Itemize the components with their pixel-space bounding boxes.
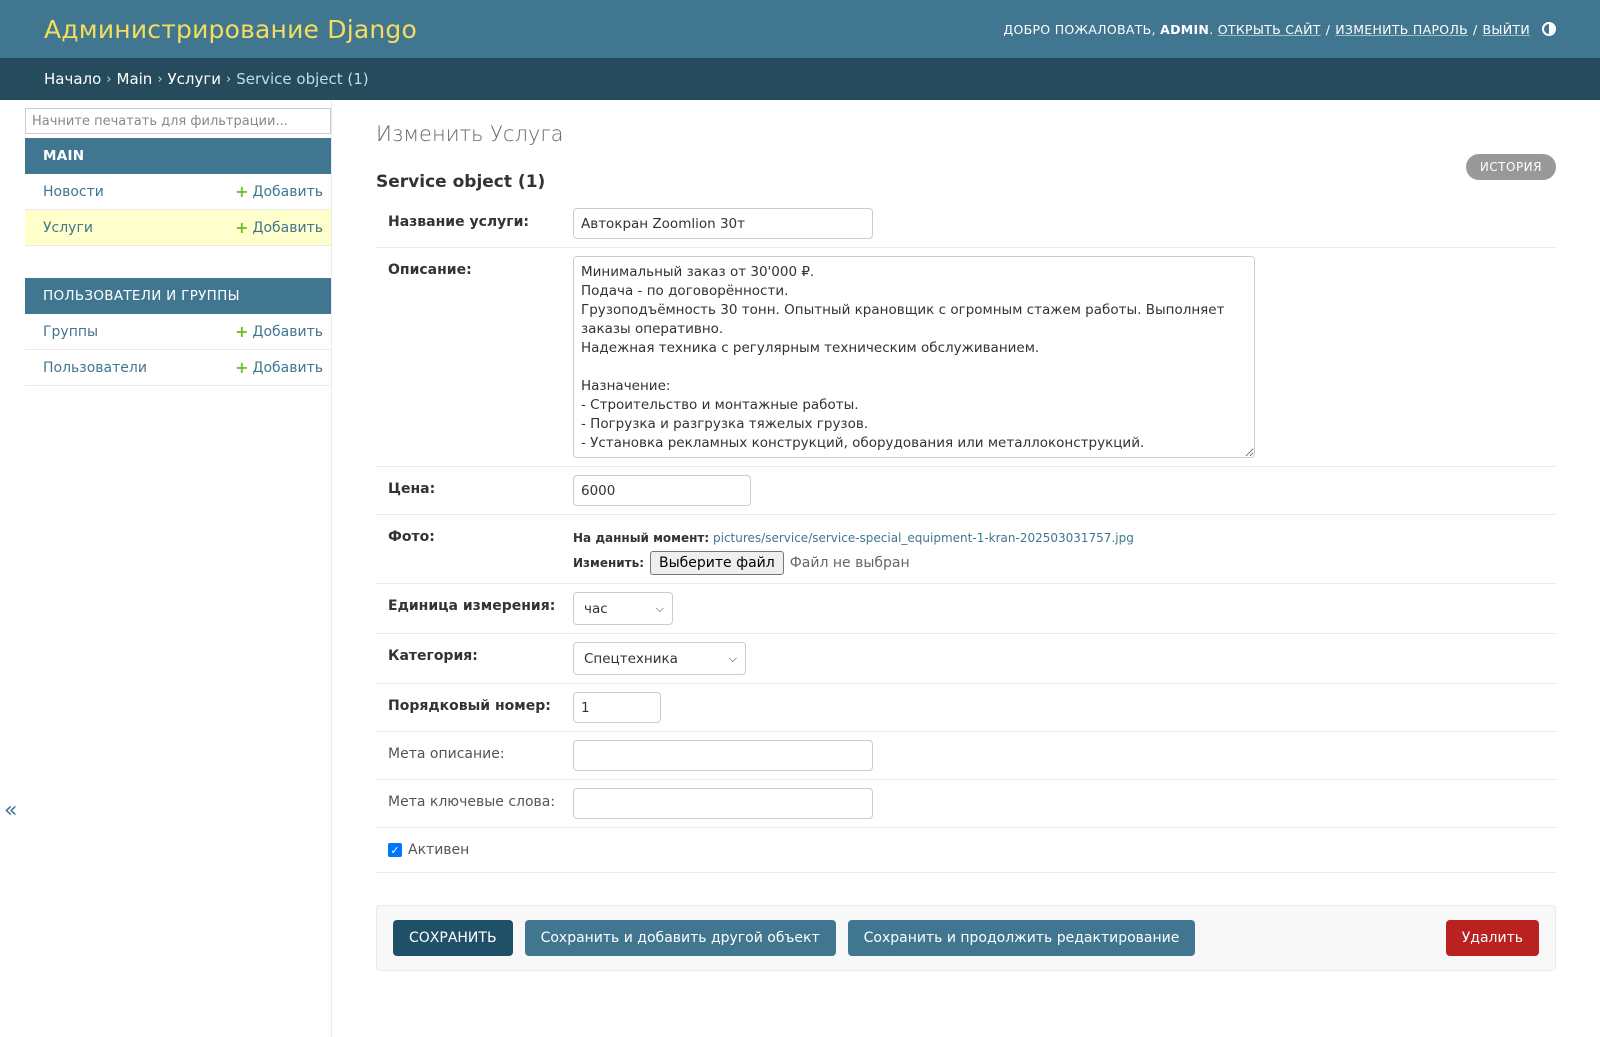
add-label: Добавить — [252, 183, 323, 200]
sidebar-item-news: Новости + Добавить — [25, 174, 331, 210]
content: Изменить Услуга История Service object (… — [332, 100, 1600, 1037]
description-field[interactable]: Минимальный заказ от 30'000 ₽. Подача - … — [573, 256, 1255, 458]
sidebar-collapse-icon[interactable]: « — [4, 798, 17, 823]
form-row-meta-description: Мета описание: — [376, 732, 1556, 780]
form-row-category: Категория: Спецтехника ⌵ — [376, 634, 1556, 684]
unit-select[interactable]: час ⌵ — [573, 592, 673, 625]
chevron-down-icon: ⌵ — [655, 601, 664, 615]
logout-link[interactable]: Выйти — [1483, 22, 1530, 37]
order-number-field[interactable] — [573, 692, 661, 723]
site-brand[interactable]: Администрирование Django — [44, 15, 417, 44]
breadcrumb-separator: › — [106, 71, 112, 87]
user-tools: Добро пожаловать, admin. Открыть сайт / … — [1003, 22, 1556, 37]
change-password-link[interactable]: Изменить пароль — [1335, 22, 1468, 37]
plus-icon: + — [235, 218, 249, 237]
save-and-continue-button[interactable]: Сохранить и продолжить редактирование — [847, 920, 1196, 956]
form-row-order: Порядковый номер: — [376, 684, 1556, 732]
form-row-active: ✓ Активен — [376, 828, 1556, 873]
file-widget: На данный момент: pictures/service/servi… — [573, 523, 1134, 575]
module-caption[interactable]: Main — [25, 138, 331, 174]
field-label: Единица измерения: — [388, 598, 556, 614]
field-label: Цена: — [388, 481, 436, 497]
nav-filter-input[interactable] — [25, 108, 331, 134]
price-field[interactable] — [573, 475, 751, 506]
form-row-unit: Единица измерения: час ⌵ — [376, 584, 1556, 634]
add-group-button[interactable]: + Добавить — [235, 322, 323, 341]
separator: / — [1325, 21, 1331, 37]
module-main: Main Новости + Добавить Услуги + Добавит… — [25, 138, 331, 246]
sidebar-item-label[interactable]: Новости — [43, 184, 104, 200]
add-label: Добавить — [252, 323, 323, 340]
breadcrumb-current: Service object (1) — [236, 70, 369, 88]
unit-select-value: час — [584, 600, 608, 617]
active-checkbox[interactable]: ✓ — [388, 843, 402, 857]
object-title: Service object (1) — [376, 172, 546, 192]
save-button[interactable]: Сохранить — [393, 920, 513, 956]
change-label: Изменить: — [573, 556, 645, 570]
save-and-add-button[interactable]: Сохранить и добавить другой объект — [524, 920, 836, 956]
sidebar-item-label[interactable]: Услуги — [43, 220, 93, 236]
add-user-button[interactable]: + Добавить — [235, 358, 323, 377]
main-area: Main Новости + Добавить Услуги + Добавит… — [0, 100, 1600, 1037]
field-label: Категория: — [388, 648, 478, 664]
add-service-button[interactable]: + Добавить — [235, 218, 323, 237]
breadcrumb-model[interactable]: Услуги — [168, 70, 221, 88]
chevron-down-icon: ⌵ — [728, 651, 737, 665]
breadcrumb: Начало › Main › Услуги › Service object … — [0, 58, 1600, 100]
current-file-link[interactable]: pictures/service/service-special_equipme… — [713, 531, 1134, 545]
module-caption[interactable]: Пользователи и группы — [25, 278, 331, 314]
category-select-value: Спецтехника — [584, 650, 678, 667]
plus-icon: + — [235, 322, 249, 341]
breadcrumb-app[interactable]: Main — [117, 70, 153, 88]
separator: / — [1473, 21, 1478, 37]
no-file-text: Файл не выбран — [789, 555, 910, 571]
form-row-name: Название услуги: — [376, 200, 1556, 248]
header: Администрирование Django Добро пожаловат… — [0, 0, 1600, 58]
submit-row: Сохранить Сохранить и добавить другой об… — [376, 905, 1556, 971]
add-label: Добавить — [252, 359, 323, 376]
add-label: Добавить — [252, 219, 323, 236]
sidebar-item-label[interactable]: Пользователи — [43, 360, 147, 376]
add-news-button[interactable]: + Добавить — [235, 182, 323, 201]
sidebar-item-services: Услуги + Добавить — [25, 210, 331, 246]
breadcrumb-home[interactable]: Начало — [44, 70, 101, 88]
field-label: Порядковый номер: — [388, 698, 551, 714]
plus-icon: + — [235, 358, 249, 377]
view-site-link[interactable]: Открыть сайт — [1218, 22, 1321, 37]
breadcrumb-separator: › — [157, 71, 163, 87]
history-button[interactable]: История — [1465, 154, 1556, 180]
welcome-text: Добро пожаловать, — [1003, 21, 1156, 37]
form-row-meta-keywords: Мета ключевые слова: — [376, 780, 1556, 828]
module-caption-label: Main — [43, 148, 85, 164]
field-label: Фото: — [388, 529, 435, 545]
active-label: Активен — [408, 842, 470, 858]
module-caption-label: Пользователи и группы — [43, 288, 240, 304]
field-label: Мета описание: — [388, 746, 505, 762]
category-select[interactable]: Спецтехника ⌵ — [573, 642, 746, 675]
sidebar-item-groups: Группы + Добавить — [25, 314, 331, 350]
field-label: Мета ключевые слова: — [388, 794, 556, 810]
name-field[interactable] — [573, 208, 873, 239]
username: admin — [1160, 21, 1210, 37]
form-row-price: Цена: — [376, 467, 1556, 515]
currently-label: На данный момент: — [573, 531, 710, 545]
meta-keywords-field[interactable] — [573, 788, 873, 819]
meta-description-field[interactable] — [573, 740, 873, 771]
page-title: Изменить Услуга — [376, 122, 564, 146]
delete-button[interactable]: Удалить — [1445, 920, 1539, 956]
form-row-photo: Фото: На данный момент: pictures/service… — [376, 515, 1556, 584]
nav-sidebar: Main Новости + Добавить Услуги + Добавит… — [0, 100, 332, 1037]
sidebar-item-label[interactable]: Группы — [43, 324, 98, 340]
breadcrumb-separator: › — [226, 71, 232, 87]
choose-file-button[interactable]: Выберите файл — [650, 551, 784, 575]
form-row-description: Описание: Минимальный заказ от 30'000 ₽.… — [376, 248, 1556, 467]
module-auth: Пользователи и группы Группы + Добавить … — [25, 278, 331, 386]
sidebar-item-users: Пользователи + Добавить — [25, 350, 331, 386]
plus-icon: + — [235, 182, 249, 201]
field-label: Описание: — [388, 262, 472, 278]
field-label: Название услуги: — [388, 214, 529, 230]
theme-toggle-icon[interactable] — [1542, 22, 1556, 36]
